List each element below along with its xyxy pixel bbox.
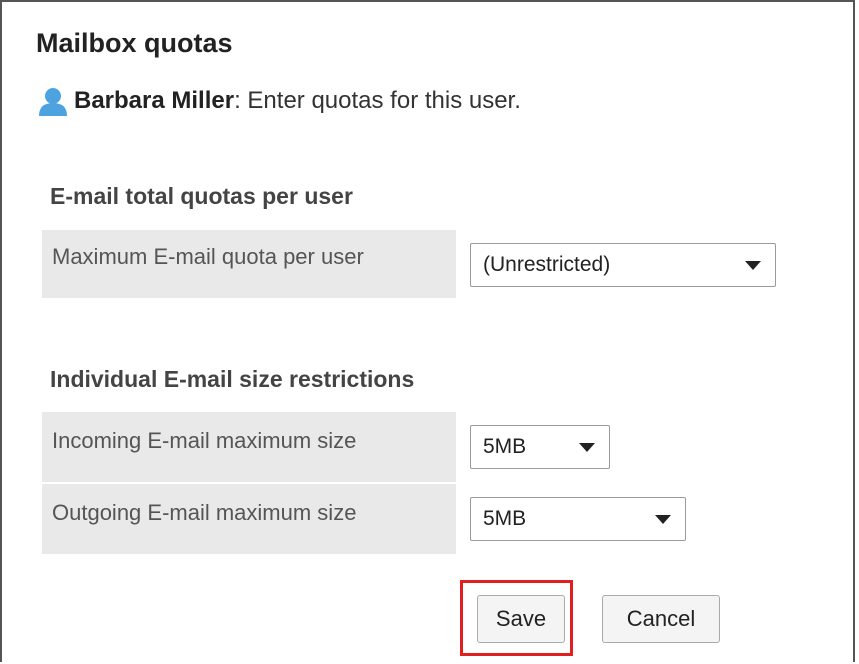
page-title: Mailbox quotas (36, 28, 233, 58)
save-button[interactable]: Save (477, 595, 565, 643)
user-line: Barbara Miller : Enter quotas for this u… (36, 86, 521, 116)
mailbox-quotas-panel: Mailbox quotas Barbara Miller : Enter qu… (0, 0, 855, 662)
user-name[interactable]: Barbara Miller (74, 87, 234, 115)
incoming-size-select-value: 5MB (483, 435, 527, 458)
incoming-size-select[interactable]: 5MB (470, 425, 610, 469)
max-quota-select[interactable]: (Unrestricted) (470, 243, 776, 287)
max-quota-select-value: (Unrestricted) (483, 253, 611, 276)
outgoing-size-select[interactable]: 5MB (470, 497, 686, 541)
field-label-outgoing-size: Outgoing E-mail maximum size (42, 484, 456, 554)
chevron-down-icon (655, 515, 671, 524)
section-title-size-restrictions: Individual E-mail size restrictions (50, 366, 415, 392)
outgoing-size-select-value: 5MB (483, 507, 527, 530)
field-label-max-quota: Maximum E-mail quota per user (42, 230, 456, 298)
section-title-total-quotas: E-mail total quotas per user (50, 183, 353, 209)
field-label-incoming-size: Incoming E-mail maximum size (42, 412, 456, 482)
user-icon (36, 86, 70, 116)
user-instruction: : Enter quotas for this user. (234, 87, 521, 114)
chevron-down-icon (579, 443, 595, 452)
chevron-down-icon (745, 261, 761, 270)
cancel-button[interactable]: Cancel (602, 595, 720, 643)
